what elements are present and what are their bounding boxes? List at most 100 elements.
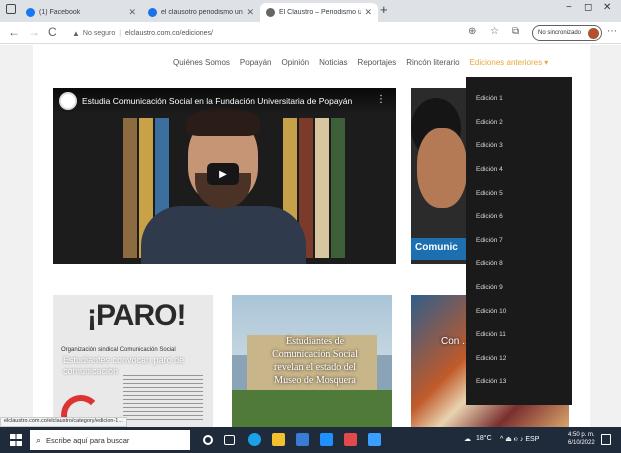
cortana-icon[interactable]: [203, 435, 213, 445]
search-icon: ⌕: [36, 434, 42, 445]
grass-image: [232, 390, 392, 427]
store-icon[interactable]: [296, 433, 309, 446]
article-card-museo[interactable]: Estudiantes de Comunicación Social revel…: [232, 295, 392, 427]
nav-noticias[interactable]: Noticias: [319, 58, 347, 67]
bookshelf-image: [331, 118, 345, 258]
main-navigation: Quiénes Somos Popayán Opinión Noticias R…: [173, 58, 548, 67]
file-explorer-icon[interactable]: [272, 433, 285, 446]
url-text: elclaustro.com.co/ediciones/: [125, 29, 213, 37]
windows-start-icon[interactable]: [10, 434, 22, 446]
search-favicon-icon: [148, 8, 157, 17]
nav-popayan[interactable]: Popayán: [240, 58, 272, 67]
weather-icon[interactable]: ☁: [464, 435, 471, 443]
search-placeholder: Escribe aquí para buscar: [46, 435, 130, 445]
dropdown-item-edicion-9[interactable]: Edición 9: [466, 276, 572, 300]
video-more-icon[interactable]: ⋮: [376, 94, 386, 105]
tab-title: El Claustro – Periodismo universi: [279, 9, 362, 16]
tab-title: (1) Facebook: [39, 9, 81, 16]
ediciones-dropdown-menu: Edición 1 Edición 2 Edición 3 Edición 4 …: [466, 77, 572, 405]
nav-opinion[interactable]: Opinión: [282, 58, 310, 67]
status-bar-url: elclaustro.com.co/elclaustro/category/ed…: [0, 417, 127, 427]
play-icon: ▶: [219, 168, 227, 180]
dropdown-item-edicion-4[interactable]: Edición 4: [466, 158, 572, 182]
card-overlay-title: Estudiantes convocan paro de comunicació…: [63, 355, 185, 377]
tab-facebook[interactable]: (1) Facebook ✕: [20, 3, 142, 22]
site-favicon-icon: [266, 8, 275, 17]
web-page: Quiénes Somos Popayán Opinión Noticias R…: [0, 45, 621, 427]
system-tray-icons[interactable]: ^ ⏏ ℮ ♪ ESP: [500, 435, 539, 443]
windows-taskbar: ⌕ Escribe aquí para buscar ☁ 18°C ^ ⏏ ℮ …: [0, 427, 621, 453]
poster-text-lines: [123, 375, 203, 420]
presenter-image: [141, 206, 306, 264]
article-card-paro[interactable]: ¡PARO! Organización sindical Comunicació…: [53, 295, 213, 427]
nav-ediciones-anteriores[interactable]: Ediciones anteriores ▾: [470, 58, 549, 67]
play-button[interactable]: ▶: [207, 163, 239, 185]
nav-reportajes[interactable]: Reportajes: [358, 58, 397, 67]
nav-quienes-somos[interactable]: Quiénes Somos: [173, 58, 230, 67]
bookshelf-image: [315, 118, 329, 258]
tab-elclaustro[interactable]: El Claustro – Periodismo universi ✕: [260, 3, 378, 22]
card-headline: ¡PARO!: [87, 299, 186, 332]
screen: (1) Facebook ✕ el clausotro periodismo u…: [0, 0, 621, 453]
dropdown-item-edicion-8[interactable]: Edición 8: [466, 252, 572, 276]
video-title[interactable]: Estudia Comunicación Social en la Fundac…: [82, 96, 352, 106]
dropdown-item-edicion-3[interactable]: Edición 3: [466, 134, 572, 158]
translate-icon[interactable]: ⊕: [468, 26, 476, 37]
tab-actions-icon[interactable]: [6, 4, 16, 14]
card-overlay-title: Estudiantes de Comunicación Social revel…: [272, 336, 358, 386]
close-tab-icon[interactable]: ✕: [128, 7, 136, 18]
bookshelf-image: [123, 118, 137, 258]
dropdown-item-edicion-6[interactable]: Edición 6: [466, 205, 572, 229]
dropdown-item-edicion-7[interactable]: Edición 7: [466, 229, 572, 253]
collections-icon[interactable]: ⧉: [512, 26, 519, 37]
notification-icon[interactable]: [601, 434, 611, 445]
dropdown-item-edicion-13[interactable]: Edición 13: [466, 370, 572, 394]
profile-label: No sincronizado: [538, 30, 582, 36]
card-subtitle: Organización sindical Comunicación Socia…: [61, 347, 176, 353]
security-label: No seguro: [82, 29, 116, 37]
dropdown-item-edicion-10[interactable]: Edición 10: [466, 299, 572, 323]
more-menu-icon[interactable]: ⋯: [607, 26, 617, 37]
weather-temp[interactable]: 18°C: [476, 435, 492, 442]
address-separator: |: [119, 29, 122, 37]
tab-search[interactable]: el clausotro periodismo universita ✕: [142, 3, 260, 22]
tab-strip: (1) Facebook ✕ el clausotro periodismo u…: [0, 0, 621, 22]
taskbar-search-input[interactable]: ⌕ Escribe aquí para buscar: [30, 430, 190, 450]
close-tab-icon[interactable]: ✕: [364, 7, 372, 18]
nav-rincon-literario[interactable]: Rincón literario: [406, 58, 459, 67]
task-view-icon[interactable]: [224, 435, 235, 445]
app-icon[interactable]: [344, 433, 357, 446]
page-content: Quiénes Somos Popayán Opinión Noticias R…: [33, 45, 590, 427]
edge-icon[interactable]: [248, 433, 261, 446]
word-icon[interactable]: [368, 433, 381, 446]
dropdown-item-edicion-11[interactable]: Edición 11: [466, 323, 572, 347]
address-bar[interactable]: ▲ No seguro | elclaustro.com.co/edicione…: [68, 25, 450, 41]
channel-logo-icon[interactable]: [59, 92, 77, 110]
tab-title: el clausotro periodismo universita: [161, 9, 243, 16]
reload-button[interactable]: C: [48, 25, 57, 39]
close-window-button[interactable]: ✕: [603, 2, 611, 13]
facebook-favicon-icon: [26, 8, 35, 17]
taskbar-clock[interactable]: 4:50 p. m. 6/10/2022: [568, 431, 595, 448]
woman-face-image: [417, 128, 467, 208]
close-tab-icon[interactable]: ✕: [246, 7, 254, 18]
minimize-button[interactable]: −: [566, 2, 572, 13]
clock-time: 4:50 p. m.: [568, 432, 595, 438]
new-tab-button[interactable]: +: [380, 2, 388, 17]
warning-icon: ▲: [72, 28, 80, 38]
bookmark-star-icon[interactable]: ☆: [490, 26, 499, 37]
dropdown-item-edicion-5[interactable]: Edición 5: [466, 181, 572, 205]
profile-button[interactable]: No sincronizado: [532, 25, 602, 41]
dropdown-item-edicion-12[interactable]: Edición 12: [466, 347, 572, 371]
side-banner-text: Comunic: [411, 238, 469, 260]
browser-toolbar: ← → C ▲ No seguro | elclaustro.com.co/ed…: [0, 22, 621, 44]
mail-icon[interactable]: [320, 433, 333, 446]
dropdown-item-edicion-1[interactable]: Edición 1: [466, 87, 572, 111]
youtube-video[interactable]: Estudia Comunicación Social en la Fundac…: [53, 88, 396, 264]
side-promo-card[interactable]: Comunic: [411, 88, 469, 264]
forward-button[interactable]: →: [28, 25, 40, 39]
dropdown-item-edicion-2[interactable]: Edición 2: [466, 111, 572, 135]
back-button[interactable]: ←: [8, 25, 20, 39]
maximize-button[interactable]: ◻: [584, 2, 592, 13]
avatar: [588, 28, 599, 39]
